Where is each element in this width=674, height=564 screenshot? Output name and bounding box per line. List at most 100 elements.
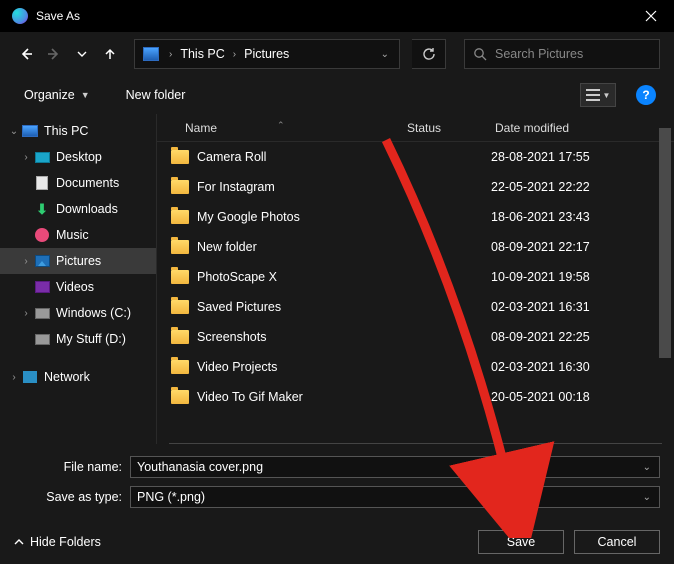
- file-name: Saved Pictures: [197, 300, 407, 314]
- drv-icon: [34, 305, 50, 321]
- file-list: Name⌃ Status Date modified Camera Roll28…: [156, 114, 674, 444]
- column-date[interactable]: Date modified: [491, 121, 674, 135]
- sidebar-item[interactable]: › Network: [0, 364, 156, 390]
- refresh-button[interactable]: [412, 39, 446, 69]
- sort-asc-icon: ⌃: [277, 120, 285, 131]
- column-status[interactable]: Status: [407, 121, 491, 135]
- sidebar: ⌄This PC › Desktop Documents ⬇DownloadsMusic…: [0, 114, 156, 444]
- back-button[interactable]: [14, 38, 38, 70]
- desk-icon: [34, 149, 50, 165]
- sidebar-item[interactable]: Music: [0, 222, 156, 248]
- sidebar-item[interactable]: ⬇Downloads: [0, 196, 156, 222]
- sidebar-item[interactable]: Documents: [0, 170, 156, 196]
- file-row[interactable]: My Google Photos18-06-2021 23:43: [157, 202, 674, 232]
- sidebar-item[interactable]: ⌄This PC: [0, 118, 156, 144]
- sidebar-item-label: Network: [44, 370, 90, 384]
- file-row[interactable]: Video Projects02-03-2021 16:30: [157, 352, 674, 382]
- up-button[interactable]: [98, 38, 122, 70]
- file-name: Video Projects: [197, 360, 407, 374]
- bottom-panel: File name: ⌄ Save as type: PNG (*.png) ⌄…: [0, 444, 674, 564]
- file-row[interactable]: New folder08-09-2021 22:17: [157, 232, 674, 262]
- organize-button[interactable]: Organize▼: [18, 84, 96, 106]
- file-row[interactable]: Camera Roll28-08-2021 17:55: [157, 142, 674, 172]
- scrollbar-thumb[interactable]: [659, 128, 671, 358]
- file-date: 20-05-2021 00:18: [491, 390, 674, 404]
- file-row[interactable]: Saved Pictures 02-03-2021 16:31: [157, 292, 674, 322]
- tree-arrow-icon: ›: [18, 256, 34, 267]
- hide-folders-button[interactable]: Hide Folders: [14, 535, 101, 549]
- sidebar-item[interactable]: ›Pictures: [0, 248, 156, 274]
- sidebar-item[interactable]: Videos: [0, 274, 156, 300]
- title-bar: Save As: [0, 0, 674, 32]
- column-headers[interactable]: Name⌃ Status Date modified: [157, 114, 674, 142]
- file-date: 18-06-2021 23:43: [491, 210, 674, 224]
- sidebar-item[interactable]: › Desktop: [0, 144, 156, 170]
- sidebar-item-label: Videos: [56, 280, 94, 294]
- chevron-right-icon: ›: [229, 49, 240, 60]
- folder-icon: [171, 390, 189, 404]
- nav-row: › This PC › Pictures ⌄: [0, 32, 674, 76]
- file-row[interactable]: PhotoScape X10-09-2021 19:58: [157, 262, 674, 292]
- list-view-icon: [586, 89, 600, 101]
- file-row[interactable]: For Instagram22-05-2021 22:22: [157, 172, 674, 202]
- file-date: 22-05-2021 22:22: [491, 180, 674, 194]
- tree-arrow-icon: ›: [6, 372, 22, 383]
- save-type-field[interactable]: PNG (*.png) ⌄: [130, 486, 660, 508]
- save-type-value: PNG (*.png): [137, 490, 205, 504]
- file-row[interactable]: Video To Gif Maker20-05-2021 00:18: [157, 382, 674, 412]
- help-button[interactable]: ?: [636, 85, 656, 105]
- save-button[interactable]: Save: [478, 530, 564, 554]
- folder-icon: [171, 150, 189, 164]
- close-button[interactable]: [628, 0, 674, 32]
- cancel-button[interactable]: Cancel: [574, 530, 660, 554]
- sidebar-item[interactable]: My Stuff (D:): [0, 326, 156, 352]
- monitor-icon: [22, 123, 38, 139]
- new-folder-button[interactable]: New folder: [120, 84, 192, 106]
- sidebar-item[interactable]: › Windows (C:): [0, 300, 156, 326]
- view-button[interactable]: ▼: [580, 83, 616, 107]
- sidebar-item-label: Documents: [56, 176, 119, 190]
- vertical-scrollbar[interactable]: [659, 118, 671, 438]
- vid-icon: [34, 279, 50, 295]
- file-date: 10-09-2021 19:58: [491, 270, 674, 284]
- chevron-down-icon[interactable]: ⌄: [641, 462, 653, 473]
- search-box[interactable]: [464, 39, 660, 69]
- recent-button[interactable]: [70, 38, 94, 70]
- sidebar-item-label: My Stuff (D:): [56, 332, 126, 346]
- chevron-down-icon: ▼: [81, 90, 90, 100]
- sidebar-item-label: Windows (C:): [56, 306, 131, 320]
- chevron-right-icon: ›: [165, 49, 176, 60]
- search-icon: [473, 47, 487, 61]
- tree-arrow-icon: ›: [18, 152, 34, 163]
- file-row[interactable]: Screenshots08-09-2021 22:25: [157, 322, 674, 352]
- arrow-left-icon: [18, 46, 34, 62]
- pc-icon: [143, 47, 159, 61]
- tree-arrow-icon: ›: [18, 308, 34, 319]
- file-name: Screenshots: [197, 330, 407, 344]
- file-date: 02-03-2021 16:31: [491, 300, 674, 314]
- new-folder-label: New folder: [126, 88, 186, 102]
- drv-icon: [34, 331, 50, 347]
- address-bar[interactable]: › This PC › Pictures ⌄: [134, 39, 400, 69]
- app-icon: [12, 8, 28, 24]
- file-name-label: File name:: [14, 460, 130, 474]
- search-input[interactable]: [495, 47, 659, 61]
- window-title: Save As: [36, 9, 628, 23]
- pic-icon: [34, 253, 50, 269]
- breadcrumb-folder[interactable]: Pictures: [240, 47, 293, 61]
- folder-icon: [171, 330, 189, 344]
- file-name-input[interactable]: [137, 460, 641, 474]
- address-expand[interactable]: ⌄: [371, 49, 399, 60]
- forward-button[interactable]: [42, 38, 66, 70]
- main-area: ⌄This PC › Desktop Documents ⬇DownloadsMusic…: [0, 114, 674, 444]
- folder-icon: [171, 210, 189, 224]
- file-date: 28-08-2021 17:55: [491, 150, 674, 164]
- folder-icon: [171, 240, 189, 254]
- chevron-down-icon[interactable]: ⌄: [641, 492, 653, 503]
- folder-icon: [171, 180, 189, 194]
- file-name-field[interactable]: ⌄: [130, 456, 660, 478]
- breadcrumb-root[interactable]: This PC: [176, 47, 228, 61]
- column-name[interactable]: Name⌃: [157, 121, 407, 135]
- sidebar-item-label: Desktop: [56, 150, 102, 164]
- arrow-up-icon: [103, 47, 117, 61]
